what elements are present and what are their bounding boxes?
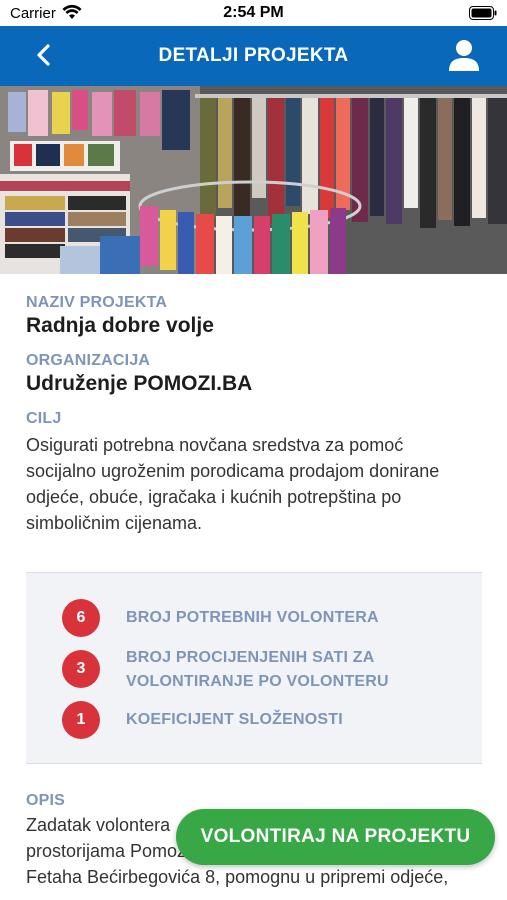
profile-button[interactable]	[447, 38, 481, 72]
user-icon	[449, 40, 479, 71]
organization-name: Udruženje POMOZI.BA	[26, 372, 253, 395]
description-label: OPIS	[26, 792, 66, 809]
goal-line: Osigurati potrebna novčana sredstva za p…	[26, 435, 404, 455]
goal-line: socijalno ugroženim porodicama prodajom …	[26, 461, 440, 481]
stat-badge: 1	[62, 701, 100, 739]
organization-label: ORGANIZACIJA	[26, 352, 151, 369]
project-name-label: NAZIV PROJEKTA	[26, 294, 168, 311]
stat-label-line: VOLONTIRANJE PO VOLONTERU	[126, 673, 389, 690]
stat-label-line: BROJ PROCIJENJENIH SATI ZA	[126, 649, 375, 666]
stat-label: BROJ POTREBNIH VOLONTERA	[126, 609, 379, 626]
project-image	[0, 86, 507, 274]
goal-line: simboličnim cijenama.	[26, 513, 203, 533]
project-details: NAZIV PROJEKTA Radnja dobre volje ORGANI…	[26, 294, 486, 536]
stat-badge: 3	[62, 650, 100, 688]
goal-line: odjeće, obuće, igračaka i kućnih potrepš…	[26, 487, 402, 507]
status-time: 2:54 PM	[223, 4, 284, 21]
stat-label: BROJ PROCIJENJENIH SATI ZA VOLONTIRANJE …	[126, 646, 389, 694]
stat-badge: 6	[62, 599, 100, 637]
app-header: DETALJI PROJEKTA	[0, 26, 507, 86]
description-line: Fetaha Bećirbegovića 8, pomognu u pripre…	[26, 867, 449, 887]
clothing-store-illustration	[0, 86, 507, 274]
status-bar: Carrier 2:54 PM	[0, 0, 507, 26]
project-stats: 6 BROJ POTREBNIH VOLONTERA 3 BROJ PROCIJ…	[26, 572, 482, 764]
page-title: DETALJI PROJEKTA	[158, 45, 349, 66]
project-name: Radnja dobre volje	[26, 314, 214, 337]
goal-label: CILJ	[26, 410, 62, 427]
volunteer-button[interactable]: VOLONTIRAJ NA PROJEKTU	[176, 809, 495, 865]
battery-icon	[469, 6, 497, 20]
stat-label: KOEFICIJENT SLOŽENOSTI	[126, 711, 343, 728]
goal-text: Osigurati potrebna novčana sredstva za p…	[26, 432, 486, 536]
